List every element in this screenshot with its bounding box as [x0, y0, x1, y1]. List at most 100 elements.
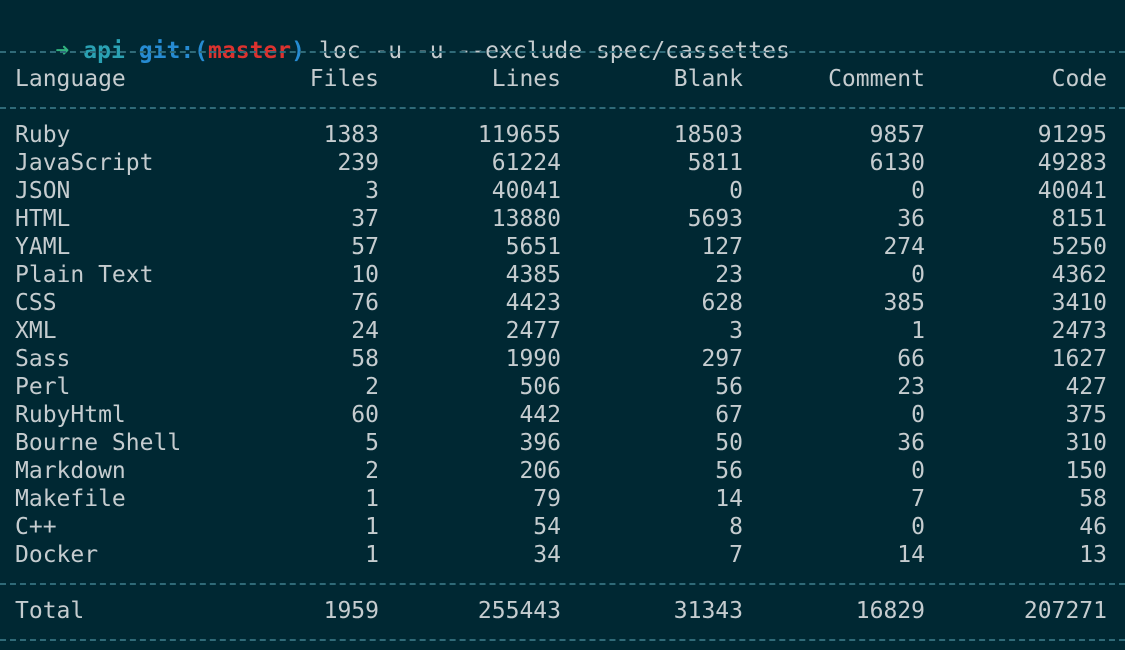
total-blank: 31343 [673, 598, 743, 624]
header-code: Code [1051, 66, 1107, 92]
cell-blank: 18503 [673, 122, 743, 148]
cell-comment: 1 [911, 318, 925, 344]
table-row: RubyHtml 60 442 67 0 375 [0, 401, 1125, 429]
table-row: XML 24 2477 3 1 2473 [0, 317, 1125, 345]
cell-files: 37 [351, 206, 379, 232]
total-comment: 16829 [855, 598, 925, 624]
cell-files: 1 [365, 514, 379, 540]
cell-comment: 0 [911, 178, 925, 204]
cell-language: Docker [15, 542, 99, 568]
table-row: Bourne Shell 5 396 50 36 310 [0, 429, 1125, 457]
cell-comment: 6130 [869, 150, 925, 176]
cell-lines: 4423 [505, 290, 561, 316]
cell-code: 8151 [1051, 206, 1107, 232]
total-language: Total [15, 598, 85, 624]
cell-blank: 8 [729, 514, 743, 540]
cell-comment: 66 [897, 346, 925, 372]
cell-language: YAML [15, 234, 71, 260]
table-row: C++ 1 54 8 0 46 [0, 513, 1125, 541]
total-lines: 255443 [477, 598, 561, 624]
cell-language: Makefile [15, 486, 126, 512]
total-files: 1959 [323, 598, 379, 624]
cell-blank: 56 [715, 458, 743, 484]
separator-header [0, 107, 1125, 109]
cell-blank: 5693 [687, 206, 743, 232]
cell-code: 4362 [1051, 262, 1107, 288]
cell-lines: 40041 [491, 178, 561, 204]
cell-language: XML [15, 318, 57, 344]
cell-language: Perl [15, 374, 71, 400]
cell-language: RubyHtml [15, 402, 126, 428]
cell-files: 58 [351, 346, 379, 372]
cell-files: 2 [365, 374, 379, 400]
cell-blank: 50 [715, 430, 743, 456]
table-row: Sass 58 1990 297 66 1627 [0, 345, 1125, 373]
cell-lines: 4385 [505, 262, 561, 288]
table-row: YAML 57 5651 127 274 5250 [0, 233, 1125, 261]
cell-files: 2 [365, 458, 379, 484]
cell-comment: 23 [897, 374, 925, 400]
cell-files: 60 [351, 402, 379, 428]
cell-comment: 9857 [869, 122, 925, 148]
table-row: Markdown 2 206 56 0 150 [0, 457, 1125, 485]
cell-files: 239 [337, 150, 379, 176]
cell-lines: 442 [519, 402, 561, 428]
cell-blank: 67 [715, 402, 743, 428]
cell-files: 1 [365, 486, 379, 512]
cell-comment: 14 [897, 542, 925, 568]
cell-lines: 1990 [505, 346, 561, 372]
cell-files: 1383 [323, 122, 379, 148]
cell-code: 5250 [1051, 234, 1107, 260]
cell-files: 57 [351, 234, 379, 260]
cell-code: 1627 [1051, 346, 1107, 372]
cell-files: 1 [365, 542, 379, 568]
cell-code: 91295 [1037, 122, 1107, 148]
cell-comment: 274 [883, 234, 925, 260]
cell-language: CSS [15, 290, 57, 316]
cell-files: 24 [351, 318, 379, 344]
cell-language: HTML [15, 206, 71, 232]
cell-language: JSON [15, 178, 71, 204]
cell-blank: 7 [729, 542, 743, 568]
cell-files: 76 [351, 290, 379, 316]
cell-blank: 297 [701, 346, 743, 372]
cell-language: Ruby [15, 122, 71, 148]
cell-comment: 0 [911, 262, 925, 288]
cell-lines: 396 [519, 430, 561, 456]
table-row: JSON 3 40041 0 0 40041 [0, 177, 1125, 205]
cell-comment: 36 [897, 430, 925, 456]
cell-lines: 2477 [505, 318, 561, 344]
header-blank: Blank [673, 66, 743, 92]
table-row: Perl 2 506 56 23 427 [0, 373, 1125, 401]
separator-top [0, 51, 1125, 53]
table-row: CSS 76 4423 628 385 3410 [0, 289, 1125, 317]
cell-code: 49283 [1037, 150, 1107, 176]
cell-lines: 13880 [491, 206, 561, 232]
cell-language: C++ [15, 514, 57, 540]
cell-lines: 79 [533, 486, 561, 512]
cell-lines: 61224 [491, 150, 561, 176]
header-files: Files [309, 66, 379, 92]
cell-language: Plain Text [15, 262, 154, 288]
cell-code: 310 [1065, 430, 1107, 456]
cell-blank: 628 [701, 290, 743, 316]
cell-comment: 7 [911, 486, 925, 512]
cell-lines: 119655 [477, 122, 561, 148]
cell-files: 3 [365, 178, 379, 204]
cell-code: 58 [1079, 486, 1107, 512]
table-row: JavaScript 239 61224 5811 6130 49283 [0, 149, 1125, 177]
cell-code: 46 [1079, 514, 1107, 540]
cell-lines: 5651 [505, 234, 561, 260]
cell-language: Sass [15, 346, 71, 372]
table-header-row: Language Files Lines Blank Comment Code [0, 65, 1125, 93]
table-row: Docker 1 34 7 14 13 [0, 541, 1125, 569]
cell-language: Bourne Shell [15, 430, 182, 456]
total-code: 207271 [1023, 598, 1107, 624]
cell-comment: 0 [911, 514, 925, 540]
table-total-row: Total 1959 255443 31343 16829 207271 [0, 597, 1125, 625]
command-prompt-line: ➜ api git:(master) loc -u -u --exclude spec… [0, 9, 789, 64]
cell-comment: 0 [911, 458, 925, 484]
terminal-window[interactable]: ➜ api git:(master) loc -u -u --exclude spec… [0, 0, 1125, 650]
cell-code: 2473 [1051, 318, 1107, 344]
cell-code: 13 [1079, 542, 1107, 568]
